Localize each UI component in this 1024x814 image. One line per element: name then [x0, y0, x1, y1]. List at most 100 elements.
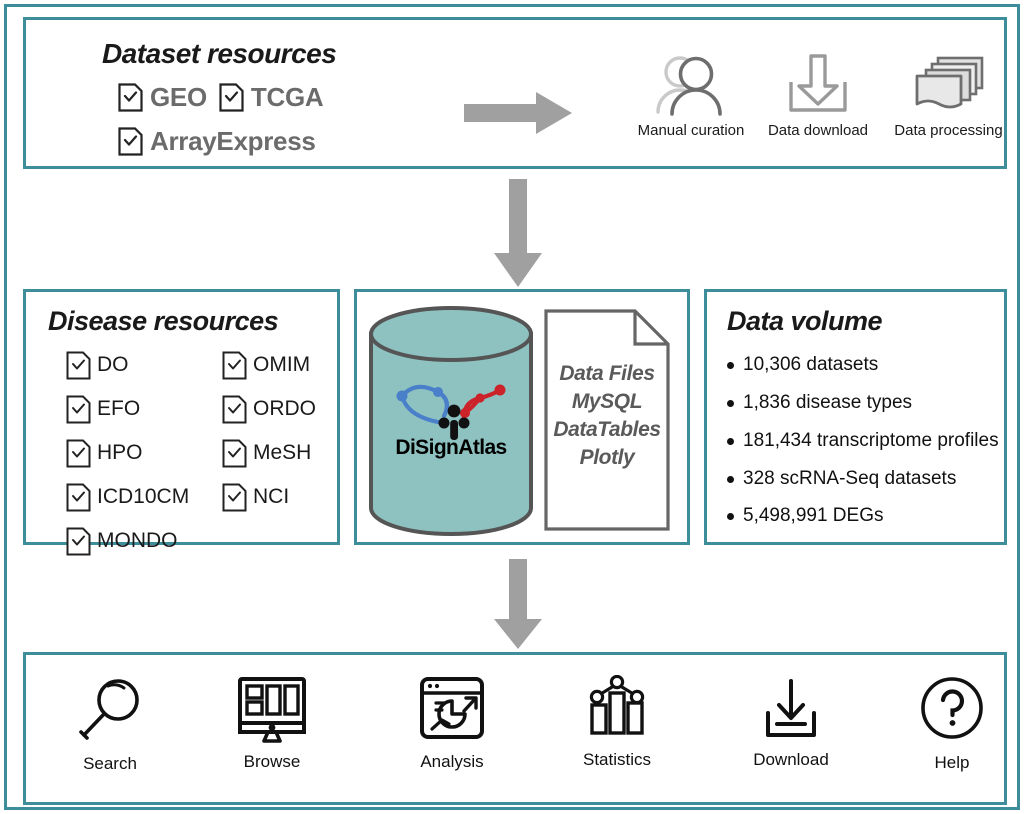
dataset-items-row-2: ArrayExpress [118, 126, 316, 157]
logo-wordmark: DiSignAtlas [395, 436, 507, 459]
disignatlas-network-logo [373, 376, 529, 442]
disease-item-label: HPO [97, 441, 143, 464]
data-volume-panel: Data volume 10,306 datasets 1,836 diseas… [704, 289, 1007, 545]
document-check-icon [222, 351, 247, 380]
disease-item-do[interactable]: DO [66, 350, 189, 380]
dataset-item-label: GEO [150, 82, 207, 112]
disease-item-label: MeSH [253, 441, 312, 464]
document-check-icon [66, 527, 91, 556]
document-check-icon [222, 439, 247, 468]
disease-item-nci[interactable]: NCI [222, 482, 316, 512]
disease-item-omim[interactable]: OMIM [222, 350, 316, 380]
tool-label: Search [83, 754, 137, 773]
process-step-data-processing: Data processing [882, 52, 1015, 139]
document-check-icon [118, 127, 143, 156]
analytics-window-icon [392, 675, 512, 741]
tech-stack-list: Data Files MySQL DataTables Plotly [543, 360, 671, 472]
tool-analysis[interactable]: Analysis [392, 675, 512, 772]
dataset-item-arrayexpress[interactable]: ArrayExpress [118, 126, 316, 157]
disease-item-label: ORDO [253, 397, 316, 420]
dataset-resources-panel: Dataset resources GEO TCGA ArrayExpress … [23, 17, 1007, 169]
list-item: 1,836 disease types [727, 392, 1007, 414]
document-check-icon [66, 439, 91, 468]
monitor-icon [212, 675, 332, 743]
arrow-down-icon [494, 179, 542, 287]
disease-item-label: DO [97, 353, 129, 376]
tool-statistics[interactable]: Statistics [557, 675, 677, 770]
volume-stat-text: 10,306 datasets [743, 354, 879, 375]
volume-stat-text: 5,498,991 DEGs [743, 505, 884, 527]
dataset-panel-title: Dataset resources [102, 38, 337, 69]
volume-panel-title: Data volume [727, 306, 883, 336]
bullet-icon [727, 437, 734, 445]
volume-stats-list: 10,306 datasets 1,836 disease types 181,… [727, 354, 1007, 543]
disease-item-ordo[interactable]: ORDO [222, 394, 316, 424]
tool-search[interactable]: Search [50, 675, 170, 774]
diagram-frame: Dataset resources GEO TCGA ArrayExpress … [4, 4, 1020, 810]
download-tray-icon [731, 675, 851, 741]
stacked-documents-icon [882, 52, 1015, 118]
bullet-icon [727, 475, 734, 483]
tech-stack-item: Plotly [579, 445, 635, 469]
tool-label: Download [753, 750, 829, 769]
tool-label: Browse [243, 752, 301, 771]
magnifier-icon [50, 675, 170, 747]
users-icon [626, 52, 756, 118]
disease-item-label: EFO [97, 397, 141, 420]
document-check-icon [66, 483, 91, 512]
disease-item-mesh[interactable]: MeSH [222, 438, 316, 468]
dataset-item-label: ArrayExpress [150, 126, 316, 156]
disease-item-label: NCI [253, 485, 290, 508]
list-item: 10,306 datasets [727, 354, 1007, 376]
process-step-label: Data processing [894, 122, 1003, 139]
document-check-icon [118, 83, 143, 112]
list-item: 181,434 transcriptome profiles [727, 430, 1007, 452]
disease-item-hpo[interactable]: HPO [66, 438, 189, 468]
volume-stat-text: 328 scRNA-Seq datasets [743, 467, 957, 489]
document-check-icon [66, 351, 91, 380]
disease-item-label: OMIM [253, 353, 311, 376]
tech-stack-item: Data Files [559, 362, 655, 385]
database-core-panel: DiSignAtlas Data Files MySQL DataTables … [354, 289, 690, 545]
bullet-icon [727, 399, 734, 407]
arrow-right-icon [464, 92, 572, 134]
disease-item-mondo[interactable]: MONDO [66, 526, 189, 556]
volume-stat-text: 1,836 disease types [743, 391, 913, 413]
tech-stack-item: DataTables [553, 417, 661, 441]
arrow-down-icon [494, 559, 542, 649]
bullet-icon [727, 362, 734, 369]
document-page-icon: Data Files MySQL DataTables Plotly [543, 308, 671, 532]
disease-item-label: ICD10CM [97, 485, 190, 508]
tool-download[interactable]: Download [731, 675, 851, 770]
disease-item-label: MONDO [97, 529, 178, 552]
tool-label: Statistics [582, 750, 652, 769]
disignatlas-logo: DiSignAtlas [373, 376, 529, 460]
document-check-icon [66, 395, 91, 424]
volume-stat-text: 181,434 transcriptome profiles [743, 429, 999, 451]
document-check-icon [222, 395, 247, 424]
download-tray-icon [754, 52, 882, 118]
list-item: 328 scRNA-Seq datasets [727, 468, 1007, 490]
tools-panel: Search Browse Analysis Statistics Downlo… [23, 652, 1007, 805]
bar-chart-icon [557, 675, 677, 737]
disease-panel-title: Disease resources [48, 306, 279, 336]
dataset-item-tcga[interactable]: TCGA [219, 82, 324, 113]
disease-column-left: DO EFO HPO ICD10CM MONDO [66, 350, 189, 570]
process-step-label: Data download [767, 122, 869, 139]
dataset-item-label: TCGA [250, 82, 324, 112]
tool-label: Help [934, 753, 970, 772]
dataset-item-geo[interactable]: GEO [118, 82, 207, 113]
document-check-icon [219, 83, 244, 112]
document-check-icon [222, 483, 247, 512]
tool-browse[interactable]: Browse [212, 675, 332, 772]
tool-help[interactable]: Help [892, 675, 1012, 773]
disease-item-icd10cm[interactable]: ICD10CM [66, 482, 189, 512]
question-circle-icon [892, 675, 1012, 741]
process-step-data-download: Data download [754, 52, 882, 139]
dataset-items-row-1: GEO TCGA [118, 82, 324, 113]
bullet-icon [727, 513, 734, 521]
tool-label: Analysis [420, 752, 484, 771]
disease-item-efo[interactable]: EFO [66, 394, 189, 424]
process-step-label: Manual curation [637, 122, 745, 139]
disease-column-right: OMIM ORDO MeSH NCI [222, 350, 316, 526]
